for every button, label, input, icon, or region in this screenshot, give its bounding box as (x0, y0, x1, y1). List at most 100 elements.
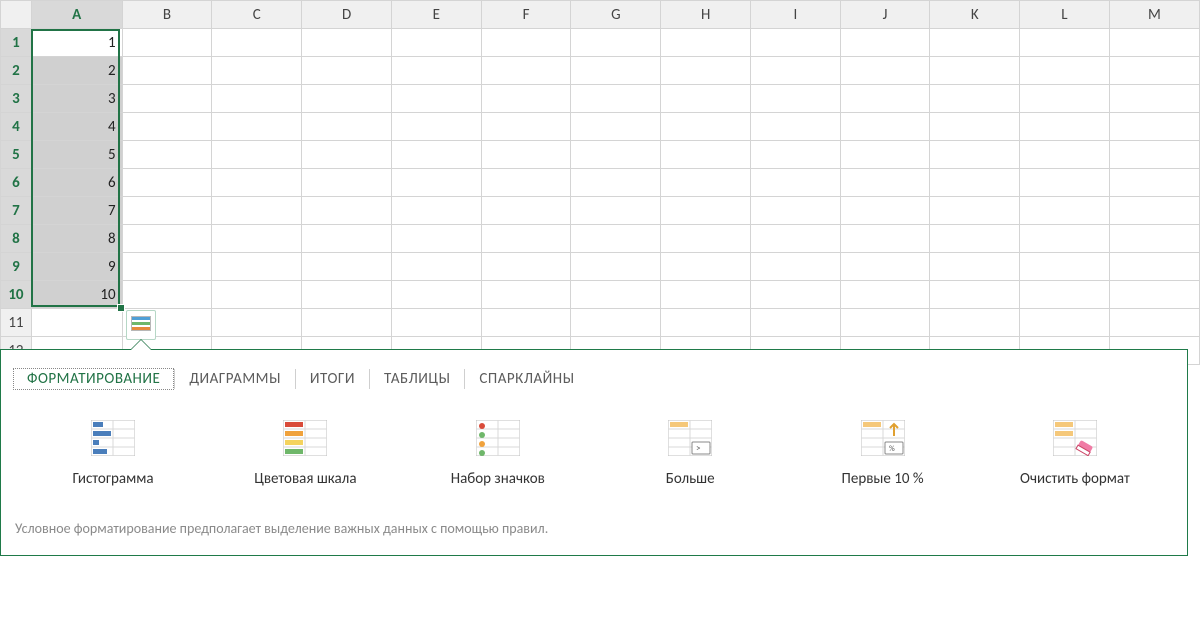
cell-C5[interactable] (212, 141, 302, 169)
cell-A5[interactable]: 5 (31, 141, 122, 169)
cell-B4[interactable] (122, 113, 212, 141)
cell-F9[interactable] (481, 253, 571, 281)
cell-J1[interactable] (840, 29, 930, 57)
cell-H3[interactable] (661, 85, 751, 113)
cell-E11[interactable] (391, 309, 481, 337)
cell-K5[interactable] (930, 141, 1020, 169)
cell-J6[interactable] (840, 169, 930, 197)
cell-G6[interactable] (571, 169, 661, 197)
cell-D8[interactable] (302, 225, 392, 253)
cell-B3[interactable] (122, 85, 212, 113)
cell-G4[interactable] (571, 113, 661, 141)
cell-J3[interactable] (840, 85, 930, 113)
cell-F10[interactable] (481, 281, 571, 309)
cell-A6[interactable]: 6 (31, 169, 122, 197)
cell-F1[interactable] (481, 29, 571, 57)
cell-E9[interactable] (391, 253, 481, 281)
row-header-9[interactable]: 9 (1, 253, 32, 281)
cell-D7[interactable] (302, 197, 392, 225)
column-header-D[interactable]: D (302, 1, 392, 29)
cell-C6[interactable] (212, 169, 302, 197)
tab-спарклайны[interactable]: СПАРКЛАЙНЫ (465, 368, 588, 390)
cell-H4[interactable] (661, 113, 751, 141)
cell-C4[interactable] (212, 113, 302, 141)
cell-E4[interactable] (391, 113, 481, 141)
cell-K1[interactable] (930, 29, 1020, 57)
row-header-7[interactable]: 7 (1, 197, 32, 225)
cell-B9[interactable] (122, 253, 212, 281)
row-header-4[interactable]: 4 (1, 113, 32, 141)
tab-итоги[interactable]: ИТОГИ (296, 368, 369, 390)
cell-A9[interactable]: 9 (31, 253, 122, 281)
cell-M5[interactable] (1109, 141, 1199, 169)
cell-F7[interactable] (481, 197, 571, 225)
column-header-J[interactable]: J (840, 1, 930, 29)
option-histogram[interactable]: Гистограмма (33, 420, 193, 488)
cell-L1[interactable] (1020, 29, 1110, 57)
spreadsheet-grid[interactable]: ABCDEFGHIJKLM 11223344556677889910101112 (0, 0, 1200, 365)
cell-K6[interactable] (930, 169, 1020, 197)
cell-C9[interactable] (212, 253, 302, 281)
tab-диаграммы[interactable]: ДИАГРАММЫ (175, 368, 295, 390)
cell-I1[interactable] (751, 29, 841, 57)
cell-G10[interactable] (571, 281, 661, 309)
column-header-M[interactable]: M (1109, 1, 1199, 29)
cell-J11[interactable] (840, 309, 930, 337)
cell-J9[interactable] (840, 253, 930, 281)
row-header-10[interactable]: 10 (1, 281, 32, 309)
column-header-B[interactable]: B (122, 1, 212, 29)
cell-L11[interactable] (1020, 309, 1110, 337)
fill-handle[interactable] (117, 304, 125, 312)
cell-G7[interactable] (571, 197, 661, 225)
option-iconset[interactable]: Набор значков (418, 420, 578, 488)
cell-M3[interactable] (1109, 85, 1199, 113)
cell-G1[interactable] (571, 29, 661, 57)
cell-J2[interactable] (840, 57, 930, 85)
cell-H10[interactable] (661, 281, 751, 309)
column-header-C[interactable]: C (212, 1, 302, 29)
cell-D10[interactable] (302, 281, 392, 309)
cell-F5[interactable] (481, 141, 571, 169)
cell-B6[interactable] (122, 169, 212, 197)
cell-B10[interactable] (122, 281, 212, 309)
cell-B7[interactable] (122, 197, 212, 225)
cell-A10[interactable]: 10 (31, 281, 122, 309)
cell-E10[interactable] (391, 281, 481, 309)
cell-E5[interactable] (391, 141, 481, 169)
tab-форматирование[interactable]: ФОРМАТИРОВАНИЕ (13, 368, 174, 390)
cell-M8[interactable] (1109, 225, 1199, 253)
cell-C7[interactable] (212, 197, 302, 225)
cell-J5[interactable] (840, 141, 930, 169)
cell-K4[interactable] (930, 113, 1020, 141)
cell-A4[interactable]: 4 (31, 113, 122, 141)
cell-K11[interactable] (930, 309, 1020, 337)
cell-K3[interactable] (930, 85, 1020, 113)
row-header-3[interactable]: 3 (1, 85, 32, 113)
option-colorscale[interactable]: Цветовая шкала (225, 420, 385, 488)
cell-B1[interactable] (122, 29, 212, 57)
row-header-11[interactable]: 11 (1, 309, 32, 337)
cell-I11[interactable] (751, 309, 841, 337)
cell-F3[interactable] (481, 85, 571, 113)
column-header-L[interactable]: L (1020, 1, 1110, 29)
row-header-2[interactable]: 2 (1, 57, 32, 85)
cell-J7[interactable] (840, 197, 930, 225)
column-header-A[interactable]: A (31, 1, 122, 29)
cell-I5[interactable] (751, 141, 841, 169)
cell-D5[interactable] (302, 141, 392, 169)
cell-I9[interactable] (751, 253, 841, 281)
cell-M2[interactable] (1109, 57, 1199, 85)
cell-C3[interactable] (212, 85, 302, 113)
cell-D4[interactable] (302, 113, 392, 141)
cell-G5[interactable] (571, 141, 661, 169)
cell-G11[interactable] (571, 309, 661, 337)
cell-K10[interactable] (930, 281, 1020, 309)
cell-K8[interactable] (930, 225, 1020, 253)
cell-K2[interactable] (930, 57, 1020, 85)
cell-C1[interactable] (212, 29, 302, 57)
cell-H6[interactable] (661, 169, 751, 197)
cell-M10[interactable] (1109, 281, 1199, 309)
cell-G8[interactable] (571, 225, 661, 253)
cell-A2[interactable]: 2 (31, 57, 122, 85)
cell-F11[interactable] (481, 309, 571, 337)
